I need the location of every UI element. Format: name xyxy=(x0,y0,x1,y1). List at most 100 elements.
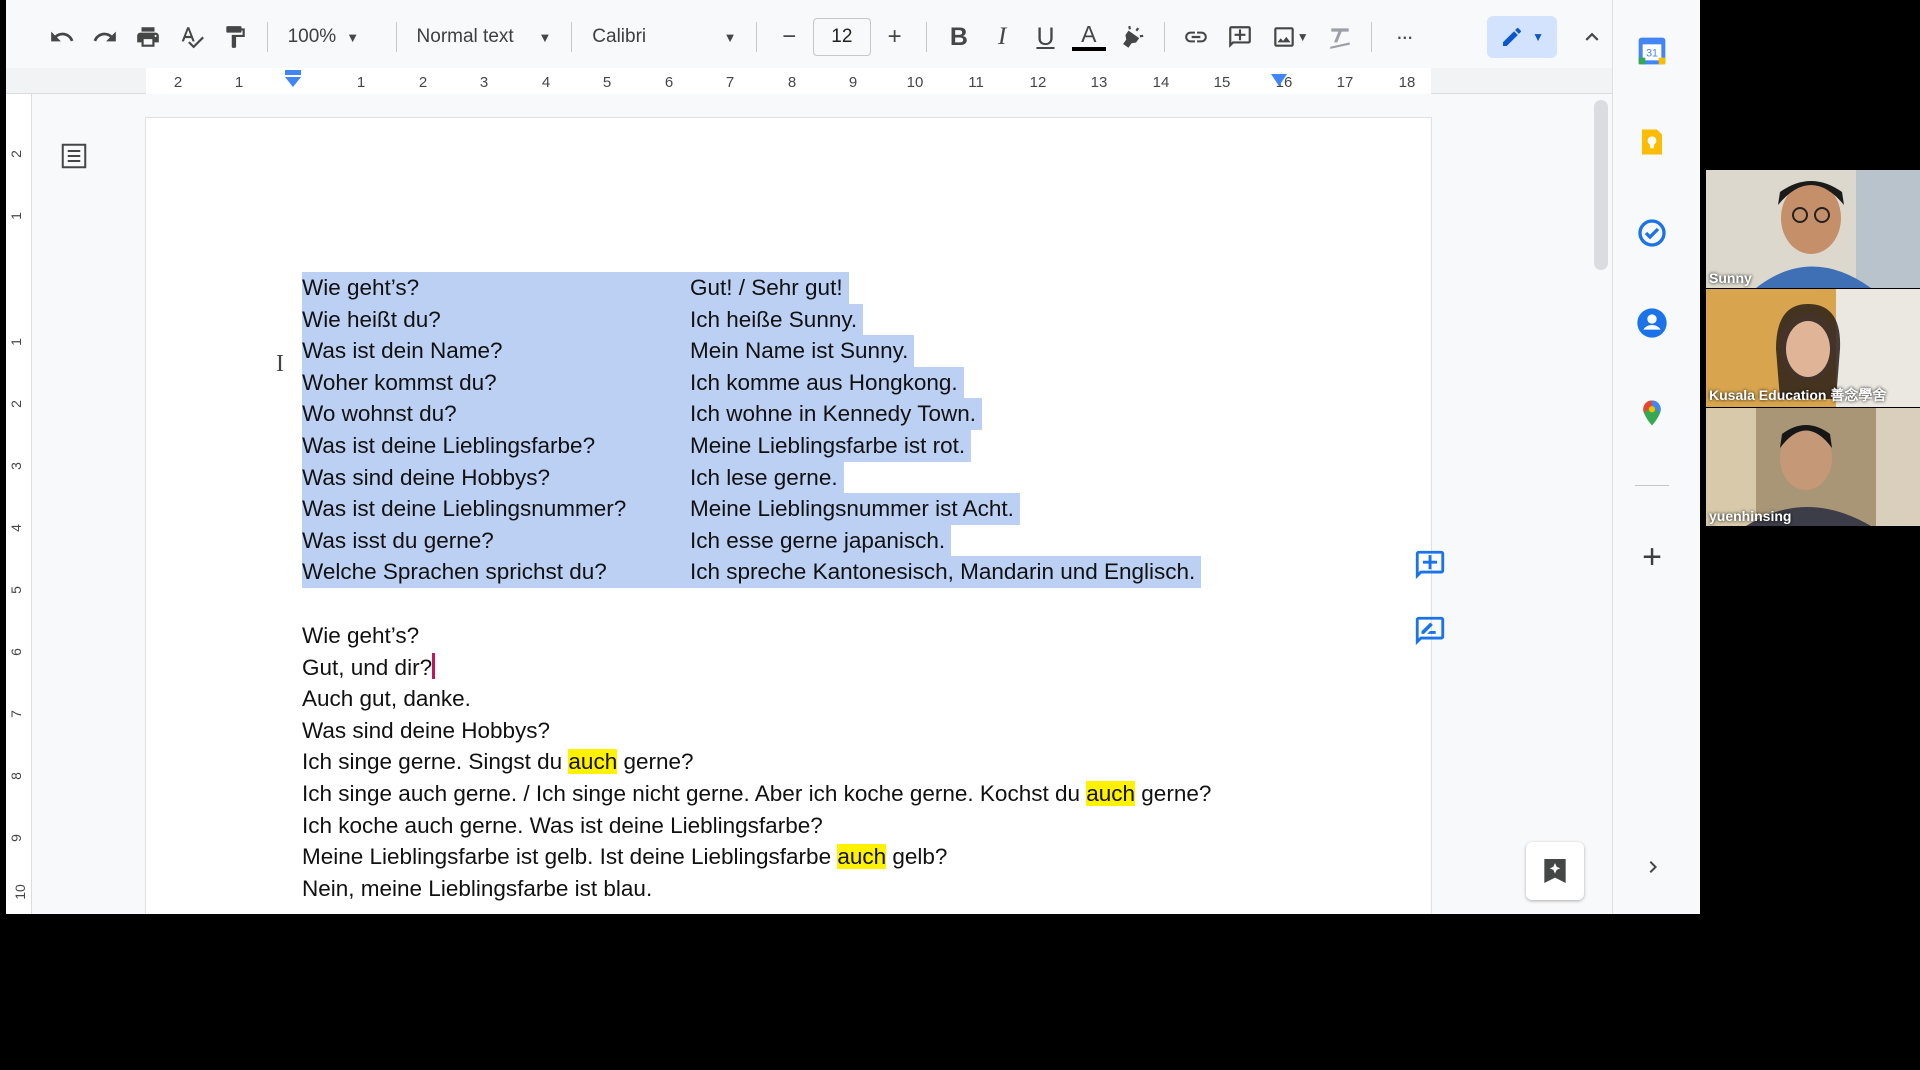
qa-row: Woher kommst du? Ich komme aus Hongkong. xyxy=(302,366,1201,399)
image-icon xyxy=(1273,27,1294,47)
dialog-line-text: gelb? xyxy=(886,844,948,870)
dialog-line: Wie geht’s? xyxy=(302,620,1211,652)
qa-row: Was ist dein Name? Mein Name ist Sunny. xyxy=(302,335,1201,367)
answer-text: Meine Lieblingsfarbe ist rot. xyxy=(690,429,972,462)
video-tile[interactable]: Kusala Education 善念學舍 xyxy=(1706,289,1920,407)
dialog-line-text: gerne? xyxy=(617,749,694,775)
answer-text: Meine Lieblingsnummer ist Acht. xyxy=(690,493,1020,525)
answer-text: Ich komme aus Hongkong. xyxy=(690,366,964,399)
insert-image-button[interactable]: ▼ xyxy=(1263,16,1315,58)
add-comment-button[interactable] xyxy=(1409,544,1451,586)
dialog-line-text: Was sind deine Hobbys? xyxy=(302,717,551,743)
ruler-tick-label: 2 xyxy=(173,74,183,91)
dialog-line-text: Wie geht’s? xyxy=(302,623,420,648)
explore-button[interactable] xyxy=(1526,842,1584,900)
ruler-tick-label: 8 xyxy=(787,74,797,91)
minus-icon: − xyxy=(782,23,797,50)
font-value: Calibri xyxy=(592,26,647,47)
dialog-line-text: Ich singe gerne. Singst du xyxy=(302,749,569,775)
suggest-edits-button[interactable] xyxy=(1409,610,1451,652)
dialog-line-text: Auch gut, danke. xyxy=(302,686,471,712)
tasks-icon xyxy=(1638,219,1666,247)
print-button[interactable] xyxy=(129,16,168,58)
get-addons-button[interactable]: + xyxy=(1635,537,1669,576)
qa-table: Wie geht’s? Gut! / Sehr gut! Wie heißt du?… xyxy=(302,272,1202,588)
dialog-line: Nein, meine Lieblingsfarbe ist blau. xyxy=(302,873,1211,905)
insert-comment-button[interactable] xyxy=(1220,16,1259,58)
plus-icon: + xyxy=(1642,537,1662,576)
answer-text: Ich lese gerne. xyxy=(690,461,844,494)
toolbar-divider xyxy=(756,22,758,52)
redo-button[interactable] xyxy=(85,16,124,58)
hide-menus-button[interactable] xyxy=(1573,16,1612,58)
more-icon: ··· xyxy=(1395,24,1414,49)
undo-button[interactable] xyxy=(42,16,81,58)
question-text: Was sind deine Hobbys? xyxy=(302,461,690,494)
dialog-line-text: Ich koche auch gerne. Was ist deine Lieb… xyxy=(302,812,823,838)
text-color-button[interactable]: A xyxy=(1069,16,1108,58)
side-panel-divider xyxy=(1635,485,1669,486)
paint-format-button[interactable] xyxy=(215,16,254,58)
paragraph-style-dropdown[interactable]: Normal text ▼ xyxy=(409,16,560,58)
tasks-app-button[interactable] xyxy=(1635,216,1669,250)
ruler-tick-label: 6 xyxy=(664,74,674,91)
video-tile[interactable]: Sunny xyxy=(1706,170,1920,288)
vertical-ruler-tick-label: 1 xyxy=(7,338,24,346)
text-color-swatch xyxy=(1071,47,1106,51)
increase-font-size-button[interactable]: + xyxy=(875,16,914,58)
chevron-down-icon: ▼ xyxy=(1296,30,1309,44)
redo-icon xyxy=(93,31,116,42)
font-size-value: 12 xyxy=(831,26,853,47)
document-page[interactable]: Wie geht’s? Gut! / Sehr gut! Wie heißt du?… xyxy=(146,118,1431,914)
toolbar: 100% ▼ Normal text ▼ Calibri ▼ − 12 + B … xyxy=(6,0,1612,74)
font-dropdown[interactable]: Calibri ▼ xyxy=(584,16,744,58)
contacts-icon xyxy=(1637,308,1667,338)
print-icon xyxy=(137,27,160,47)
add-comment-icon xyxy=(1415,550,1445,580)
vertical-scrollbar[interactable] xyxy=(1594,100,1608,270)
bold-button[interactable]: B xyxy=(939,16,978,58)
spellcheck-button[interactable] xyxy=(172,16,211,58)
calendar-app-button[interactable]: 31 xyxy=(1635,34,1669,68)
chevron-down-icon: ▼ xyxy=(723,29,737,45)
font-size-input[interactable]: 12 xyxy=(812,18,871,56)
vertical-ruler-tick-label: 8 xyxy=(7,772,24,780)
highlight-color-button[interactable] xyxy=(1113,16,1152,58)
svg-text:31: 31 xyxy=(1646,47,1658,59)
suggest-edit-icon xyxy=(1415,616,1445,646)
document-outline-button[interactable] xyxy=(58,140,90,172)
question-text: Welche Sprachen sprichst du? xyxy=(302,556,690,588)
dialog-line-text: Gut, und dir? xyxy=(302,654,433,680)
decrease-font-size-button[interactable]: − xyxy=(769,16,808,58)
plus-icon: + xyxy=(887,23,902,50)
clear-formatting-button[interactable] xyxy=(1320,16,1359,58)
answer-text: Ich spreche Kantonesisch, Mandarin und E… xyxy=(690,556,1202,588)
vertical-ruler-tick-label: 3 xyxy=(7,462,24,470)
italic-button[interactable]: I xyxy=(983,16,1022,58)
toolbar-divider xyxy=(395,22,397,52)
show-side-panel-button[interactable] xyxy=(1641,855,1665,879)
contacts-app-button[interactable] xyxy=(1635,306,1669,340)
right-indent-marker-icon[interactable] xyxy=(1270,72,1288,90)
maps-app-button[interactable] xyxy=(1635,396,1669,430)
participant-name: yuenhinsing xyxy=(1709,508,1792,524)
zoom-dropdown[interactable]: 100% ▼ xyxy=(280,16,384,58)
keep-app-button[interactable] xyxy=(1635,125,1669,159)
left-indent-marker-icon[interactable] xyxy=(284,70,302,90)
ruler-tick-label: 10 xyxy=(906,74,924,91)
toolbar-divider xyxy=(1371,22,1373,52)
underline-button[interactable]: U xyxy=(1026,16,1065,58)
zoom-value: 100% xyxy=(287,26,337,47)
qa-row: Wie heißt du? Ich heiße Sunny. xyxy=(302,303,1201,336)
highlighted-word: auch xyxy=(568,749,618,775)
horizontal-ruler[interactable]: 2 1 1 2 3 4 5 6 7 8 9 10 11 12 13 14 15 16 17 18 xyxy=(6,68,1612,94)
insert-link-button[interactable] xyxy=(1177,16,1216,58)
more-options-button[interactable]: ··· xyxy=(1384,16,1423,58)
answer-text: Gut! / Sehr gut! xyxy=(690,272,849,304)
ruler-tick-label: 17 xyxy=(1336,74,1354,91)
video-tile[interactable]: yuenhinsing xyxy=(1706,408,1920,526)
editing-mode-button[interactable]: ▼ xyxy=(1487,16,1557,58)
highlighter-icon xyxy=(1123,25,1144,48)
participant-name: Kusala Education 善念學舍 xyxy=(1709,387,1887,403)
qa-row: Wo wohnst du? Ich wohne in Kennedy Town. xyxy=(302,398,1201,430)
